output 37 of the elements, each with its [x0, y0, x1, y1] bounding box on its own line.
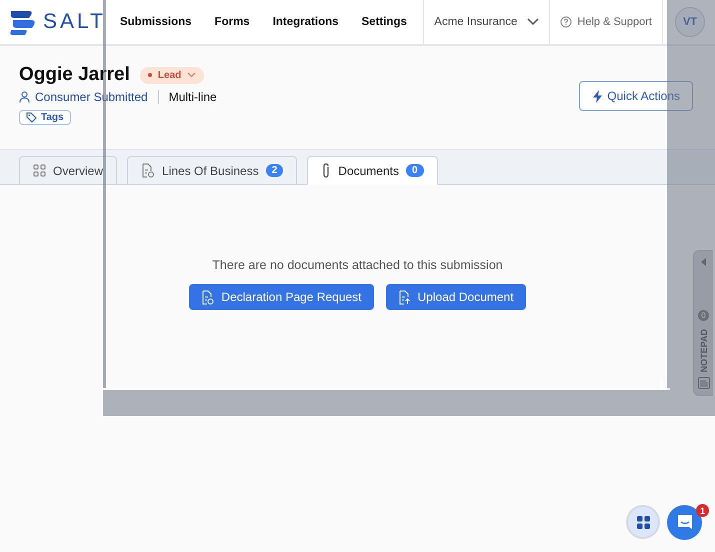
chevron-down-icon	[527, 18, 540, 26]
grid-icon	[636, 516, 650, 528]
nav-link[interactable]: Forms	[214, 16, 250, 28]
tab[interactable]: Lines Of Business 2	[127, 156, 298, 185]
status-badge[interactable]: Lead	[140, 66, 204, 84]
person-icon	[19, 91, 30, 103]
logo-text: SALT	[43, 10, 106, 34]
lightning-icon	[592, 90, 604, 102]
grid-icon	[33, 164, 46, 177]
chat-button[interactable]	[667, 505, 702, 540]
record-name: Oggie Jarrel	[19, 64, 130, 86]
apps-button[interactable]	[626, 505, 660, 539]
source-link[interactable]: Consumer Submitted	[35, 90, 148, 104]
tag-icon	[26, 112, 37, 123]
nav-link[interactable]: Submissions	[120, 16, 192, 28]
caret-left-icon	[700, 258, 706, 266]
notepad-icon	[698, 377, 710, 389]
tab[interactable]: Overview	[19, 156, 118, 185]
nav-link[interactable]: Settings	[362, 16, 407, 28]
document-icon	[398, 290, 411, 304]
document-icon	[201, 290, 214, 304]
line-type: Multi-line	[168, 90, 217, 104]
empty-message: There are no documents attached to this submission	[212, 258, 503, 272]
nav-link[interactable]: Integrations	[272, 16, 339, 28]
paperclip-icon	[321, 163, 332, 178]
tags-button[interactable]: Tags	[19, 110, 71, 125]
tab[interactable]: Documents 0	[307, 156, 438, 185]
action-button[interactable]: Upload Document	[386, 284, 526, 310]
unread-badge: 1	[696, 504, 709, 517]
chat-icon	[676, 514, 694, 531]
document-icon	[141, 163, 156, 178]
chevron-down-icon	[187, 72, 196, 78]
quick-actions-button[interactable]: Quick Actions	[579, 81, 693, 111]
account-dropdown[interactable]: Acme Insurance	[423, 0, 550, 44]
help-icon	[560, 16, 572, 28]
help-link[interactable]: Help & Support	[549, 0, 662, 44]
action-button[interactable]: Declaration Page Request	[189, 284, 374, 310]
